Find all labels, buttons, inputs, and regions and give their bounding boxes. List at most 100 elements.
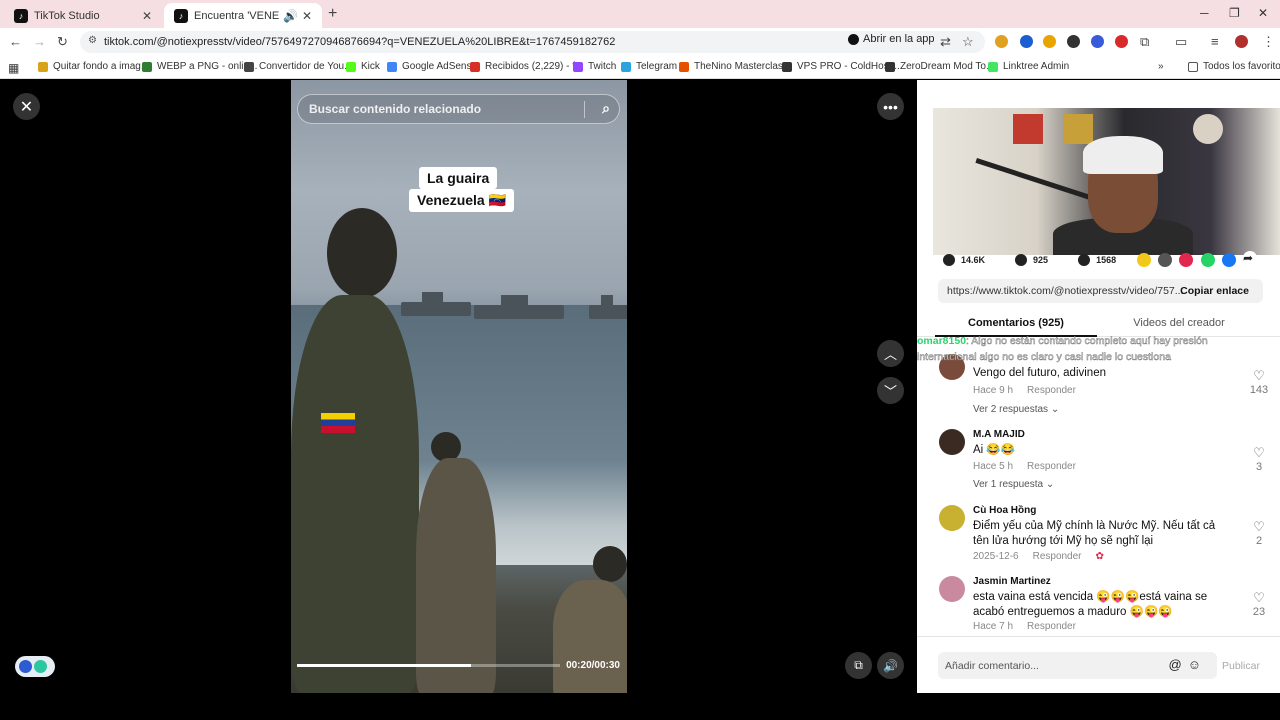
bookmark[interactable]: Kick — [346, 61, 380, 72]
open-in-app-button[interactable]: Abrir en la app — [848, 33, 935, 45]
mention-emoji-icons[interactable]: @☺ — [1169, 657, 1207, 672]
tab-comments[interactable]: Comentarios (925) — [935, 317, 1097, 337]
extension-icon[interactable] — [995, 35, 1008, 48]
comment-time: Hace 9 h — [973, 385, 1014, 396]
apps-grid-icon[interactable]: ▦ — [8, 61, 19, 75]
wall-poster — [1193, 114, 1223, 144]
bookmark-icon — [988, 61, 998, 72]
bookmark[interactable]: ZeroDream Mod To... — [885, 61, 994, 72]
share-icon[interactable] — [1137, 253, 1151, 267]
save-count: 1568 — [1096, 255, 1117, 265]
forward-icon[interactable]: → — [33, 34, 46, 49]
embed-icon[interactable] — [1158, 253, 1172, 267]
tab-bar: ♪ TikTok Studio ✕ ♪ Encuentra 'VENEZUELA… — [0, 0, 1280, 28]
reply-button[interactable]: Responder — [1027, 461, 1076, 472]
bookmark[interactable]: TheNino Masterclas... — [679, 61, 791, 72]
chat-overlay-message: omar8150: Algo no están contando complet… — [917, 333, 1247, 365]
avatar[interactable] — [939, 505, 965, 531]
next-video-icon[interactable]: ﹀ — [877, 377, 904, 404]
bookmark-icon — [142, 61, 152, 72]
bookmark[interactable]: Recibidos (2,229) - f... — [470, 61, 583, 72]
bookmark[interactable]: Linktree Admin — [988, 61, 1069, 72]
comment-text: Vengo del futuro, adivinen — [973, 367, 1106, 379]
profile-avatar-icon[interactable] — [1235, 35, 1248, 48]
like-button[interactable]: ♡ 23 — [1249, 590, 1269, 618]
extension-icon[interactable] — [1020, 35, 1033, 48]
reload-icon[interactable]: ↻ — [57, 34, 68, 50]
copy-link-button[interactable]: Copiar enlace — [1180, 285, 1249, 297]
extension-icon[interactable] — [1115, 35, 1128, 48]
extension-icon[interactable] — [1091, 35, 1104, 48]
search-icon[interactable]: ⌕ — [602, 100, 610, 117]
publish-button[interactable]: Publicar — [1222, 660, 1260, 672]
close-tab-icon[interactable]: ✕ — [302, 9, 312, 23]
extension-icon[interactable] — [1067, 35, 1080, 48]
like-button[interactable]: ♡ 3 — [1249, 445, 1269, 473]
whatsapp-icon[interactable] — [1201, 253, 1215, 267]
soldier-head — [327, 208, 397, 298]
view-replies[interactable]: Ver 1 respuesta ⌄ — [973, 479, 1054, 490]
bookmark-star-icon[interactable]: ☆ — [962, 34, 974, 50]
like-button[interactable]: ♡ 143 — [1249, 368, 1269, 396]
site-info-icon[interactable]: ⚙ — [88, 35, 97, 46]
video-link-text: https://www.tiktok.com/@notiexpresstv/vi… — [947, 285, 1184, 297]
progress-bar[interactable] — [297, 664, 560, 667]
extension-icon[interactable] — [1043, 35, 1056, 48]
bookmark[interactable]: WEBP a PNG - onlin... — [142, 61, 257, 72]
comment-author[interactable]: Jasmin Martinez — [973, 576, 1051, 587]
new-tab-icon[interactable]: + — [328, 5, 337, 23]
bookmark[interactable]: Quitar fondo a imag... — [38, 61, 149, 72]
facebook-icon[interactable] — [1222, 253, 1236, 267]
comment-input[interactable]: Añadir comentario... @☺ — [938, 652, 1217, 679]
extension-pill[interactable] — [15, 656, 55, 677]
related-search-input[interactable]: Buscar contenido relacionado ⌕ — [297, 94, 620, 124]
bookmark-icon[interactable] — [1078, 254, 1091, 266]
avatar[interactable] — [939, 429, 965, 455]
bookmark[interactable]: Telegram — [621, 61, 677, 72]
tab-encuentra[interactable]: ♪ Encuentra 'VENEZUELA LIB 🔊 ✕ — [164, 3, 322, 28]
close-tab-icon[interactable]: ✕ — [142, 9, 152, 23]
tab-search-icon[interactable]: ≡ — [1211, 34, 1219, 49]
share-icon[interactable] — [1179, 253, 1193, 267]
audio-icon[interactable]: 🔊 — [283, 9, 298, 23]
close-icon[interactable]: ✕ — [13, 93, 40, 120]
video-stage: ✕ Buscar contenido relacionado ⌕ La guai… — [0, 80, 917, 693]
view-replies[interactable]: Ver 2 respuestas ⌄ — [973, 404, 1059, 415]
cast-icon[interactable]: ▭ — [1175, 34, 1187, 50]
video-link-field[interactable]: https://www.tiktok.com/@notiexpresstv/vi… — [938, 279, 1263, 303]
back-icon[interactable]: ← — [9, 34, 22, 49]
reply-button[interactable]: Responder — [1033, 551, 1082, 562]
reply-button[interactable]: Responder — [1027, 621, 1076, 632]
video-player[interactable]: Buscar contenido relacionado ⌕ La guaira… — [291, 80, 627, 693]
comment-icon[interactable] — [1015, 254, 1028, 266]
all-bookmarks[interactable]: Todos los favoritos — [1188, 61, 1280, 72]
restore-icon[interactable]: ❐ — [1229, 6, 1240, 20]
bookmark-icon — [782, 61, 792, 72]
tab-creator-videos[interactable]: Videos del creador — [1117, 317, 1241, 329]
minimize-icon[interactable]: ─ — [1200, 6, 1209, 20]
comment-author[interactable]: Cù Hoa Hồng — [973, 505, 1036, 516]
previous-video-icon[interactable]: ︿ — [877, 340, 904, 367]
webcam-overlay — [933, 108, 1280, 255]
more-options-icon[interactable]: ••• — [877, 93, 904, 120]
avatar[interactable] — [939, 576, 965, 602]
bookmark[interactable]: Twitch — [573, 61, 616, 72]
bookmark[interactable]: Google AdSense — [387, 61, 477, 72]
translate-icon[interactable]: ⇄ — [940, 34, 951, 50]
chevron-right-icon[interactable]: » — [1158, 61, 1164, 72]
volume-icon[interactable]: 🔊 — [877, 652, 904, 679]
comment-text: Điểm yếu của Mỹ chính là Nước Mỹ. Nếu tấ… — [973, 520, 1216, 547]
heart-icon[interactable] — [943, 254, 955, 266]
tab-tiktok-studio[interactable]: ♪ TikTok Studio ✕ — [4, 3, 162, 28]
bookmark[interactable]: Convertidor de You... — [244, 61, 352, 72]
bookmark[interactable]: VPS PRO - ColdHost... — [782, 61, 900, 72]
reply-button[interactable]: Responder — [1027, 385, 1076, 396]
close-window-icon[interactable]: ✕ — [1258, 6, 1268, 20]
floating-player-icon[interactable]: ⧉ — [845, 652, 872, 679]
comment-author[interactable]: M.A MAJID — [973, 429, 1025, 440]
like-button[interactable]: ♡ 2 — [1249, 519, 1269, 547]
extensions-puzzle-icon[interactable]: ⧉ — [1140, 34, 1149, 50]
share-arrow-icon[interactable]: ➦ — [1243, 251, 1257, 265]
bookmark-icon — [387, 61, 397, 72]
menu-kebab-icon[interactable]: ⋮ — [1262, 34, 1275, 50]
